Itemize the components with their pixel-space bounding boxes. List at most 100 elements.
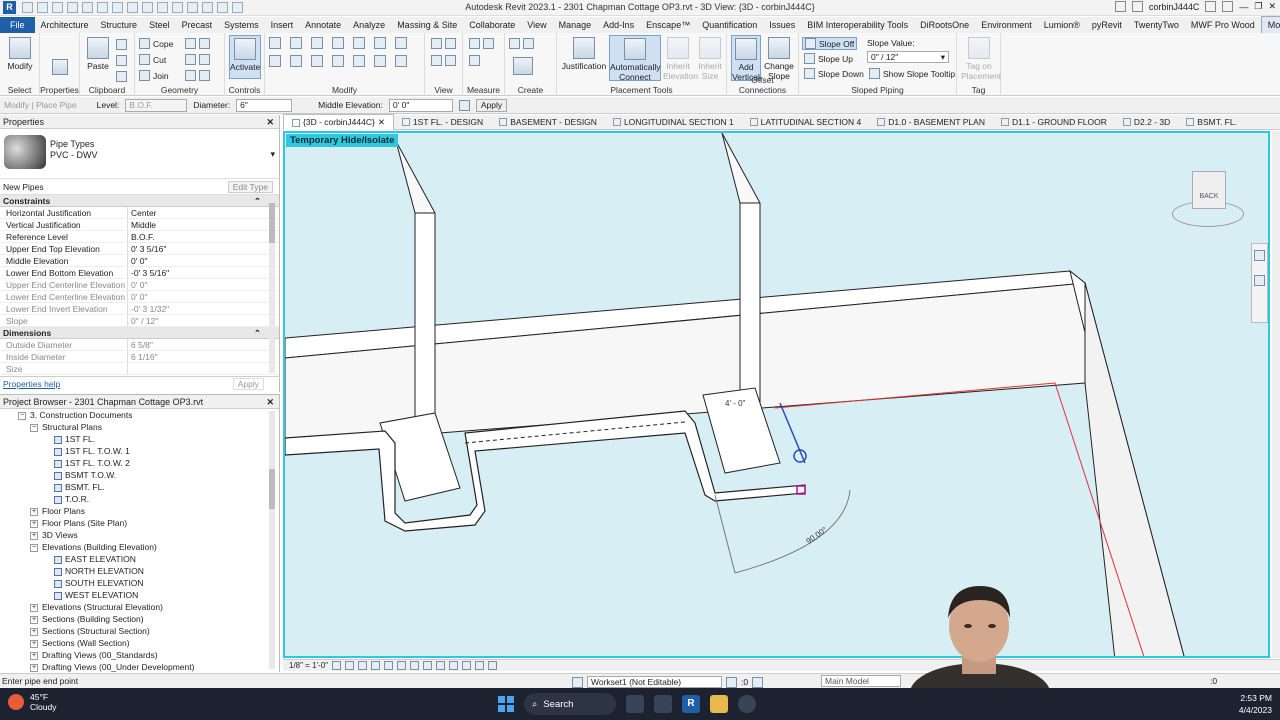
- create-group-button[interactable]: [511, 57, 535, 77]
- task-view-icon[interactable]: [654, 695, 672, 713]
- close-hidden-icon[interactable]: [217, 2, 228, 13]
- lock-icon[interactable]: [458, 99, 470, 111]
- expand-toggle-icon[interactable]: +: [30, 615, 38, 624]
- properties-button[interactable]: [45, 59, 75, 77]
- apply-button[interactable]: Apply: [475, 98, 508, 112]
- tab-file[interactable]: File: [0, 17, 35, 33]
- property-row[interactable]: Reference Level B.O.F.: [0, 231, 279, 243]
- tab-pyrevit[interactable]: pyRevit: [1086, 17, 1128, 33]
- redo-icon[interactable]: [82, 2, 93, 13]
- tag-on-placement-button[interactable]: Tag on Placement: [961, 37, 1001, 81]
- collapse-toggle-icon[interactable]: −: [18, 411, 26, 420]
- property-row[interactable]: Upper End Centerline Elevation 0' 0": [0, 279, 279, 291]
- slope-up-button[interactable]: Slope Up: [804, 53, 853, 64]
- view-tab[interactable]: D1.0 - BASEMENT PLAN: [869, 115, 993, 130]
- close-icon[interactable]: ✕: [266, 395, 274, 409]
- text-icon[interactable]: [157, 2, 168, 13]
- expand-toggle-icon[interactable]: +: [30, 651, 38, 660]
- pin-icon[interactable]: [353, 55, 365, 67]
- revit-taskbar-icon[interactable]: R: [682, 695, 700, 713]
- expand-toggle-icon[interactable]: +: [30, 531, 38, 540]
- slope-value-select[interactable]: 0" / 12" ▾: [867, 51, 949, 63]
- slope-down-button[interactable]: Slope Down: [804, 68, 864, 79]
- view-tab[interactable]: LATITUDINAL SECTION 4: [742, 115, 870, 130]
- sync-icon[interactable]: [52, 2, 63, 13]
- mirror-draw-icon[interactable]: [332, 37, 344, 49]
- tab-massing-site[interactable]: Massing & Site: [391, 17, 463, 33]
- browser-group-item[interactable]: + Floor Plans (Site Plan): [0, 517, 279, 529]
- property-row[interactable]: Vertical Justification Middle: [0, 219, 279, 231]
- properties-help-link[interactable]: Properties help: [3, 379, 60, 389]
- dimension-icon[interactable]: [127, 2, 138, 13]
- activate-button[interactable]: Activate: [229, 35, 261, 79]
- copy-icon[interactable]: [116, 39, 127, 50]
- browser-view-item[interactable]: 1ST FL. T.O.W. 2: [0, 457, 279, 469]
- cope-button[interactable]: Cope: [139, 38, 173, 49]
- constraints-icon[interactable]: [488, 661, 498, 670]
- editable-icon[interactable]: [726, 676, 737, 688]
- undo-icon[interactable]: [67, 2, 78, 13]
- tab-issues[interactable]: Issues: [763, 17, 801, 33]
- modify-button[interactable]: Modify: [5, 37, 35, 71]
- maximize-icon[interactable]: ❐: [1254, 1, 1262, 12]
- search-help-icon[interactable]: [1114, 1, 1126, 12]
- copy-element-icon[interactable]: [374, 37, 386, 49]
- tab-add-ins[interactable]: Add-Ins: [597, 17, 640, 33]
- justification-button[interactable]: Justification: [561, 37, 607, 71]
- render-icon[interactable]: [384, 661, 394, 670]
- slope-off-button[interactable]: Slope Off: [802, 37, 858, 50]
- close-icon[interactable]: ✕: [378, 115, 385, 130]
- property-row[interactable]: Slope 0" / 12": [0, 315, 279, 327]
- view-tab[interactable]: D1.1 - GROUND FLOOR: [993, 115, 1115, 130]
- tab-quantification[interactable]: Quantification: [696, 17, 763, 33]
- shadows-icon[interactable]: [371, 661, 381, 670]
- file-explorer-icon[interactable]: [710, 695, 728, 713]
- level-select[interactable]: B.O.F.: [125, 98, 188, 112]
- crop-icon[interactable]: [397, 661, 407, 670]
- chrome-icon[interactable]: [738, 695, 756, 713]
- start-icon[interactable]: [498, 696, 514, 712]
- trim-icon[interactable]: [269, 55, 281, 67]
- browser-group-item[interactable]: + Sections (Wall Section): [0, 637, 279, 649]
- cut-geometry-button[interactable]: Cut: [139, 54, 166, 65]
- tab-modify-place-pipe[interactable]: Modify | Place Pipe: [1260, 16, 1280, 34]
- zoom-icon[interactable]: [1254, 275, 1265, 286]
- dimension-tool[interactable]: [469, 55, 480, 66]
- reveal-hidden-icon[interactable]: [449, 661, 459, 670]
- unpin-icon[interactable]: [374, 55, 386, 67]
- workset-icon[interactable]: [572, 676, 583, 688]
- property-value[interactable]: -0' 3 5/16": [128, 267, 279, 278]
- tab-insert[interactable]: Insert: [265, 17, 300, 33]
- show-crop-icon[interactable]: [410, 661, 420, 670]
- inherit-size-button[interactable]: Inherit Size: [695, 37, 725, 81]
- view-tab[interactable]: D2.2 - 3D: [1115, 115, 1178, 130]
- taskbar-search[interactable]: ⌕ Search: [524, 693, 616, 715]
- design-options-icon[interactable]: [752, 676, 764, 688]
- view-tab[interactable]: {3D - corbinJ444C} ✕: [283, 114, 394, 130]
- tab-steel[interactable]: Steel: [143, 17, 176, 33]
- automatically-connect-button[interactable]: Automatically Connect: [609, 35, 661, 82]
- sun-path-icon[interactable]: [358, 661, 368, 670]
- tab-view[interactable]: View: [521, 17, 552, 33]
- expand-toggle-icon[interactable]: +: [30, 519, 38, 528]
- property-row[interactable]: Size: [0, 363, 279, 375]
- browser-view-item[interactable]: BSMT T.O.W.: [0, 469, 279, 481]
- geometry-tool-1[interactable]: [185, 38, 210, 49]
- expand-toggle-icon[interactable]: +: [30, 663, 38, 672]
- geometry-tool-2[interactable]: [185, 54, 210, 65]
- browser-view-item[interactable]: BSMT. FL.: [0, 481, 279, 493]
- property-value[interactable]: B.O.F.: [128, 231, 279, 242]
- open-icon[interactable]: [22, 2, 33, 13]
- thin-lines-icon[interactable]: [202, 2, 213, 13]
- paste-button[interactable]: Paste: [84, 37, 112, 71]
- widgets-icon[interactable]: [626, 695, 644, 713]
- user-icon[interactable]: [1131, 1, 1143, 12]
- panel-label[interactable]: Select: [0, 85, 39, 95]
- align-icon[interactable]: [269, 37, 281, 49]
- 3d-view-canvas[interactable]: Temporary Hide/Isolate 4' - 0" 90.00° BA…: [283, 131, 1270, 658]
- cart-icon[interactable]: [1205, 1, 1217, 12]
- view-cube[interactable]: BACK: [1170, 163, 1250, 233]
- steering-wheel-icon[interactable]: [1254, 250, 1265, 261]
- create-tool-1[interactable]: [509, 38, 534, 49]
- inherit-elevation-button[interactable]: Inherit Elevation: [663, 37, 698, 81]
